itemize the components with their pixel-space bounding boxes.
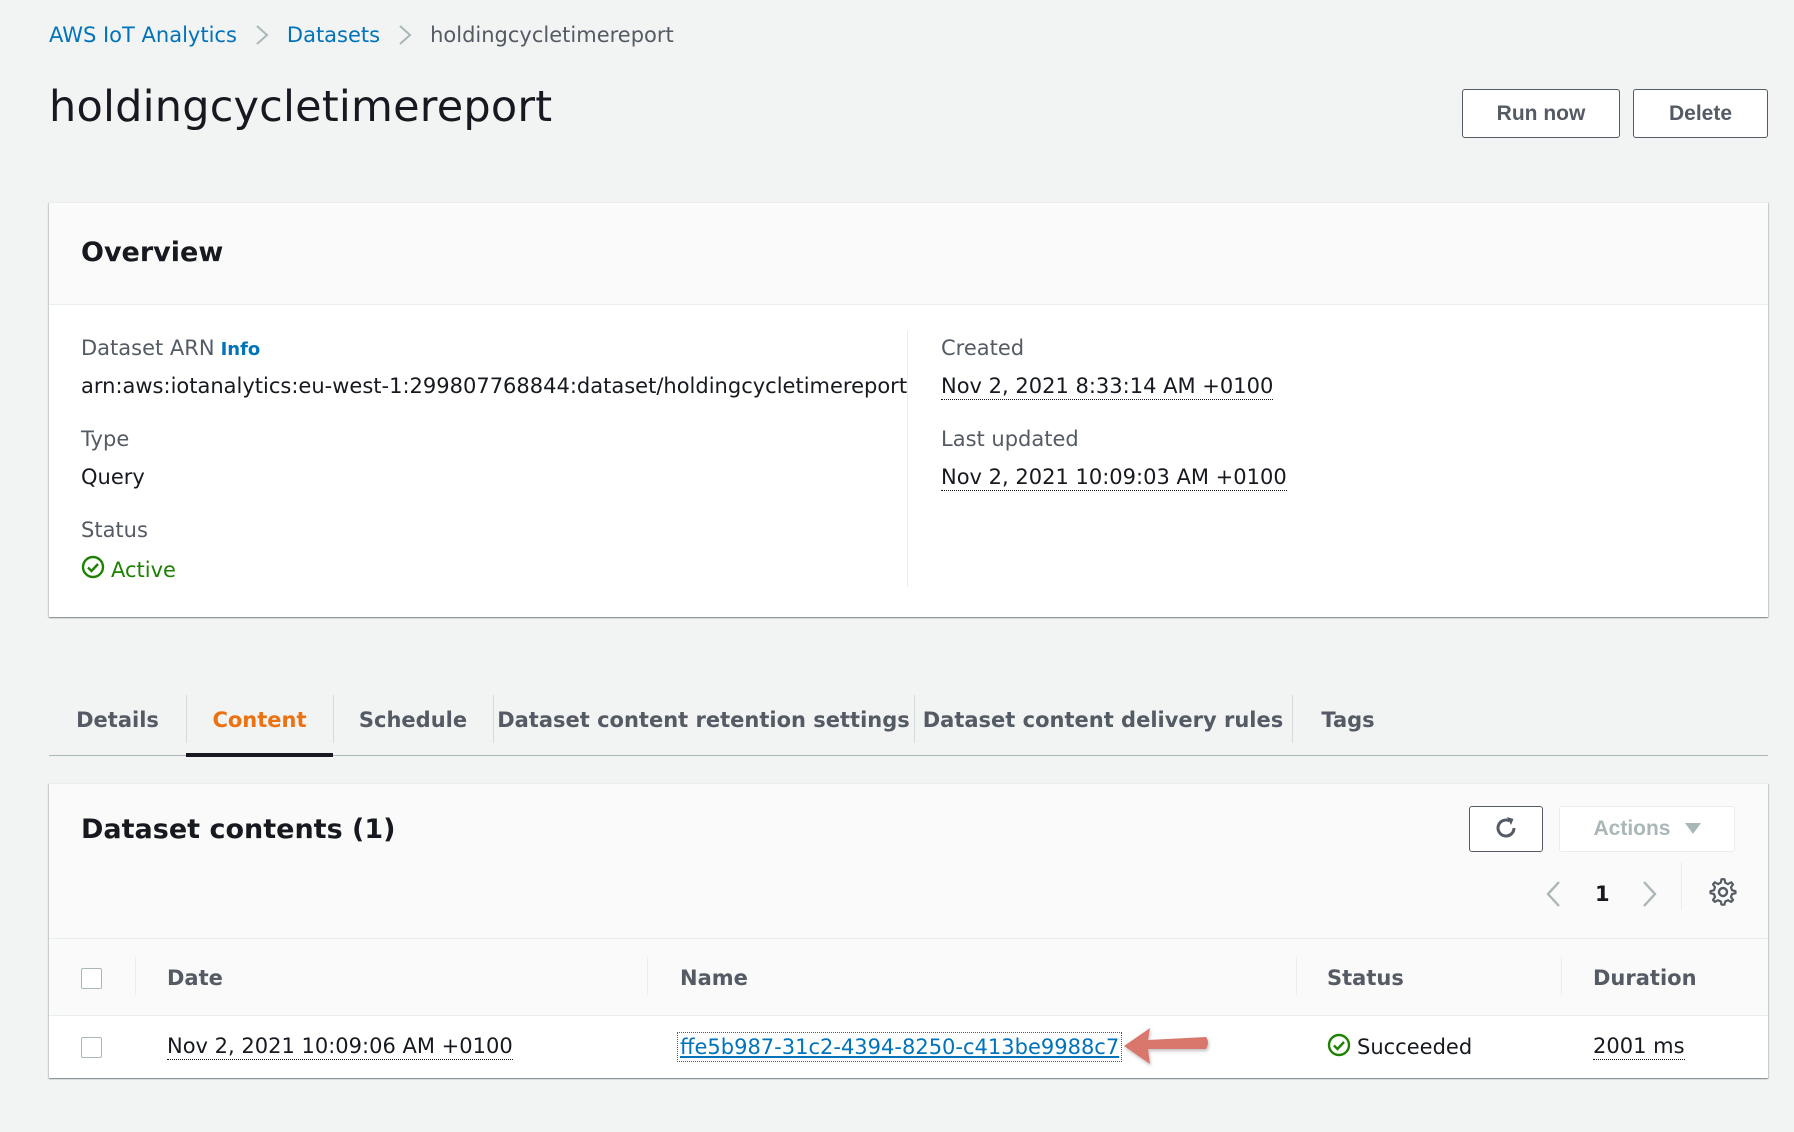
column-divider <box>907 331 908 587</box>
dataset-content-link[interactable]: ffe5b987-31c2-4394-8250-c413be9988c7 <box>676 1032 1123 1062</box>
tab-tags[interactable]: Tags <box>1292 683 1404 756</box>
pager-divider <box>1681 862 1682 910</box>
arn-label: Dataset ARN Info <box>81 336 260 360</box>
arn-value: arn:aws:iotanalytics:eu-west-1:299807768… <box>81 374 908 398</box>
next-page-button[interactable] <box>1639 874 1659 914</box>
column-divider <box>1561 957 1562 995</box>
run-now-button[interactable]: Run now <box>1462 89 1620 138</box>
current-page-number[interactable]: 1 <box>1595 874 1610 914</box>
check-circle-icon <box>1327 1033 1351 1062</box>
actions-label: Actions <box>1593 817 1671 840</box>
column-divider <box>135 957 136 995</box>
breadcrumb-current: holdingcycletimereport <box>430 23 674 47</box>
row-select-cell <box>81 1016 102 1078</box>
select-all-checkbox[interactable] <box>81 967 102 989</box>
row-date-text: Nov 2, 2021 10:09:06 AM +0100 <box>167 1034 513 1060</box>
check-circle-icon <box>81 555 105 584</box>
updated-value: Nov 2, 2021 10:09:03 AM +0100 <box>941 465 1287 491</box>
row-date: Nov 2, 2021 10:09:06 AM +0100 <box>167 1016 513 1078</box>
column-header-name[interactable]: Name <box>680 939 748 1017</box>
contents-header: Dataset contents (1) Actions 1 <box>49 784 1768 938</box>
updated-label: Last updated <box>941 427 1079 451</box>
refresh-icon <box>1492 814 1520 845</box>
contents-title: Dataset contents (1) <box>81 814 396 845</box>
info-link[interactable]: Info <box>221 339 261 360</box>
caret-down-icon <box>1684 817 1701 841</box>
overview-title: Overview <box>81 237 224 268</box>
column-divider <box>1296 957 1297 995</box>
overview-header: Overview <box>49 203 1768 305</box>
column-header-status[interactable]: Status <box>1327 939 1404 1017</box>
updated-timestamp: Nov 2, 2021 10:09:03 AM +0100 <box>941 465 1287 491</box>
created-timestamp: Nov 2, 2021 8:33:14 AM +0100 <box>941 374 1274 400</box>
settings-gear-icon[interactable] <box>1709 878 1737 918</box>
dataset-contents-panel: Dataset contents (1) Actions 1 Date Name… <box>49 783 1768 1078</box>
chevron-right-icon <box>255 24 269 46</box>
chevron-right-icon <box>398 24 412 46</box>
type-value: Query <box>81 465 145 489</box>
row-duration-text: 2001 ms <box>1593 1034 1685 1060</box>
annotation-arrow-icon <box>1120 1022 1212 1074</box>
status-label: Status <box>81 518 148 542</box>
tab-delivery-rules[interactable]: Dataset content delivery rules <box>914 683 1292 756</box>
status-text: Active <box>111 557 176 582</box>
type-label: Type <box>81 427 130 451</box>
created-label: Created <box>941 336 1025 360</box>
tab-retention-settings[interactable]: Dataset content retention settings <box>493 683 914 756</box>
refresh-button[interactable] <box>1469 806 1543 852</box>
created-value: Nov 2, 2021 8:33:14 AM +0100 <box>941 374 1274 400</box>
table-row: Nov 2, 2021 10:09:06 AM +0100 ffe5b987-3… <box>49 1016 1768 1078</box>
previous-page-button[interactable] <box>1544 874 1564 914</box>
actions-dropdown[interactable]: Actions <box>1559 806 1735 852</box>
delete-button[interactable]: Delete <box>1633 89 1768 138</box>
column-header-duration[interactable]: Duration <box>1593 939 1697 1017</box>
row-status-text: Succeeded <box>1357 1035 1473 1059</box>
table-header-row: Date Name Status Duration <box>49 938 1768 1016</box>
row-status: Succeeded <box>1327 1016 1472 1078</box>
status-value: Active <box>81 555 176 584</box>
active-tab-indicator <box>186 753 333 757</box>
select-all-cell <box>81 939 102 1017</box>
row-checkbox[interactable] <box>81 1036 102 1058</box>
overview-panel: Overview Dataset ARN Info arn:aws:iotanal… <box>49 202 1768 617</box>
tab-content[interactable]: Content <box>186 683 333 756</box>
breadcrumb: AWS IoT Analytics Datasets holdingcyclet… <box>49 20 674 50</box>
breadcrumb-link-iot-analytics[interactable]: AWS IoT Analytics <box>49 23 237 47</box>
contents-table: Date Name Status Duration Nov 2, 2021 10… <box>49 938 1768 1078</box>
breadcrumb-link-datasets[interactable]: Datasets <box>287 23 380 47</box>
arn-label-text: Dataset ARN <box>81 336 215 360</box>
tab-schedule[interactable]: Schedule <box>333 683 493 756</box>
tab-bar: Details Content Schedule Dataset content… <box>49 683 1768 757</box>
row-duration: 2001 ms <box>1593 1016 1685 1078</box>
page-title: holdingcycletimereport <box>49 82 553 132</box>
column-header-date[interactable]: Date <box>167 939 223 1017</box>
tab-details[interactable]: Details <box>49 683 186 756</box>
row-name: ffe5b987-31c2-4394-8250-c413be9988c7 <box>676 1016 1123 1078</box>
column-divider <box>647 957 648 995</box>
